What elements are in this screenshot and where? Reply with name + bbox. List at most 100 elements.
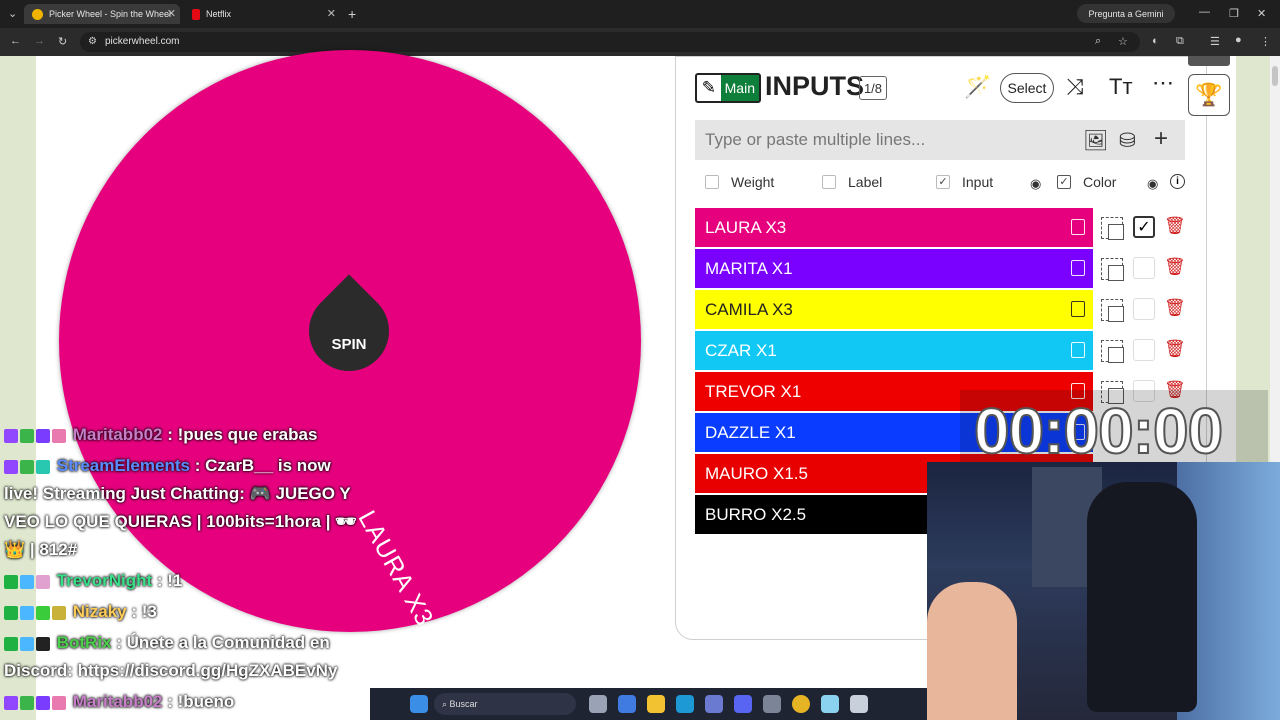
browser-menu-icon[interactable]: ⋮ <box>1260 35 1271 48</box>
entry-row-3[interactable]: CZAR X1 <box>695 331 1093 370</box>
zoom-icon[interactable]: ⌕ <box>1095 35 1101 48</box>
tab-title: Netflix <box>206 9 232 19</box>
app-icon[interactable] <box>618 695 636 713</box>
chat-text: : !1 <box>156 571 183 590</box>
color-checkbox[interactable]: ✓ <box>1057 175 1071 189</box>
chat-text: live! Streaming Just Chatting: 🎮 JUEGO Y <box>4 484 351 503</box>
spin-button-label[interactable]: SPIN <box>309 336 389 353</box>
delete-icon[interactable]: 🗑 <box>1164 216 1186 236</box>
tab-title: Picker Wheel - Spin the Wheel <box>49 9 172 19</box>
image-icon[interactable]: 🖼 <box>1083 128 1108 153</box>
hide-entry-icon[interactable] <box>1071 219 1085 235</box>
hide-entry-icon[interactable] <box>1071 260 1085 276</box>
hide-entry-icon[interactable] <box>1071 301 1085 317</box>
app-icon[interactable] <box>821 695 839 713</box>
reading-list-icon[interactable]: ☰ <box>1210 35 1220 48</box>
store-icon[interactable] <box>705 695 723 713</box>
shuffle-icon[interactable]: ⤨ <box>1066 74 1084 100</box>
chat-message: Maritabb02 : !pues que erabas <box>4 425 317 446</box>
select-checkbox[interactable] <box>1133 257 1155 279</box>
windows-start-icon[interactable] <box>410 695 428 713</box>
calculator-icon[interactable] <box>850 695 868 713</box>
main-list-badge[interactable]: ✎ Main <box>695 73 761 103</box>
color-option[interactable]: ✓ Color <box>1057 174 1116 190</box>
url-text: pickerwheel.com <box>105 36 180 47</box>
duplicate-icon[interactable] <box>1101 340 1124 363</box>
select-checkbox[interactable] <box>1133 298 1155 320</box>
entry-input[interactable] <box>705 120 1075 160</box>
close-tab-icon[interactable]: ✕ <box>167 7 176 20</box>
weight-option[interactable]: Weight <box>705 174 774 190</box>
select-checkbox[interactable]: ✓ <box>1133 216 1155 238</box>
add-entry-icon[interactable]: + <box>1154 125 1168 153</box>
discord-icon[interactable] <box>734 695 752 713</box>
windows-taskbar: ⌕ Buscar <box>370 688 930 720</box>
delete-icon[interactable]: 🗑 <box>1164 257 1186 277</box>
label-checkbox[interactable] <box>822 175 836 189</box>
task-view-icon[interactable] <box>589 695 607 713</box>
duplicate-icon[interactable] <box>1101 258 1124 281</box>
bucket-icon[interactable]: ⛁ <box>1119 128 1136 153</box>
timer-text: 00:00:00 <box>973 394 1224 468</box>
minimize-icon[interactable]: — <box>1199 6 1210 18</box>
edge-icon[interactable] <box>676 695 694 713</box>
new-tab-icon[interactable]: + <box>348 6 356 22</box>
chat-text: : CzarB__ is now <box>194 456 331 475</box>
profile-avatar-icon[interactable]: ● <box>1235 34 1242 46</box>
delete-icon[interactable]: 🗑 <box>1164 339 1186 359</box>
back-icon[interactable]: ← <box>10 35 21 47</box>
trophy-tab <box>1188 56 1230 66</box>
entry-label: MAURO X1.5 <box>705 463 808 483</box>
input-checkbox[interactable]: ✓ <box>936 175 950 189</box>
site-info-icon[interactable]: ⚙ <box>88 36 97 47</box>
webcam-gaming-chair <box>1087 482 1197 712</box>
chat-username: Maritabb02 <box>72 692 163 711</box>
taskbar-search[interactable]: ⌕ Buscar <box>434 693 576 715</box>
maximize-icon[interactable]: ❐ <box>1229 7 1239 20</box>
reload-icon[interactable]: ↻ <box>58 35 67 48</box>
close-tab-icon[interactable]: ✕ <box>327 7 336 20</box>
select-button[interactable]: Select <box>1000 73 1054 103</box>
input-option[interactable]: ✓ Input <box>936 174 993 190</box>
entry-row-1[interactable]: MARITA X1 <box>695 249 1093 288</box>
stream-timer-overlay: 00:00:00 <box>960 390 1268 470</box>
text-size-icon[interactable]: Tт <box>1109 74 1133 100</box>
address-bar: ← → ↻ ⚙ pickerwheel.com ⌕ ☆ ◐ ⧉ ☰ ● ⋮ <box>0 28 1280 56</box>
extension-icon[interactable]: ◐ <box>1152 35 1159 47</box>
chat-username: StreamElements <box>56 456 190 475</box>
browser-tab-strip: ⌄ Picker Wheel - Spin the Wheel ✕ Netfli… <box>0 0 1280 28</box>
entry-box: 🖼 ⛁ + <box>695 120 1185 160</box>
label-option[interactable]: Label <box>822 174 882 190</box>
delete-icon[interactable]: 🗑 <box>1164 298 1186 318</box>
duplicate-icon[interactable] <box>1101 217 1124 240</box>
input-visibility-eye-icon[interactable]: ◉ <box>1030 176 1041 192</box>
settings-icon[interactable] <box>763 695 781 713</box>
tab-search-icon[interactable]: ⌄ <box>8 7 17 20</box>
more-options-icon[interactable]: ⋯ <box>1152 70 1174 96</box>
hide-entry-icon[interactable] <box>1071 342 1085 358</box>
close-window-icon[interactable]: ✕ <box>1257 7 1266 20</box>
chrome-icon[interactable] <box>792 695 810 713</box>
entry-label: CAMILA X3 <box>705 299 793 319</box>
entry-row-0[interactable]: LAURA X3 <box>695 208 1093 247</box>
tab-netflix[interactable]: Netflix ✕ <box>184 4 340 24</box>
ai-magic-wand-icon[interactable]: 🪄 <box>964 74 991 100</box>
file-explorer-icon[interactable] <box>647 695 665 713</box>
duplicate-icon[interactable] <box>1101 299 1124 322</box>
weight-checkbox[interactable] <box>705 175 719 189</box>
gemini-button[interactable]: Pregunta a Gemini <box>1077 4 1175 23</box>
info-icon[interactable]: i <box>1170 174 1185 189</box>
scrollbar-thumb[interactable] <box>1272 66 1278 86</box>
bookmark-star-icon[interactable]: ☆ <box>1118 35 1128 48</box>
chat-message: Nizaky : !3 <box>4 602 157 623</box>
color-visibility-eye-icon[interactable]: ◉ <box>1147 176 1158 192</box>
extensions-puzzle-icon[interactable]: ⧉ <box>1176 35 1184 48</box>
taskbar-search-label: Buscar <box>449 699 478 709</box>
entry-row-2[interactable]: CAMILA X3 <box>695 290 1093 329</box>
select-checkbox[interactable] <box>1133 339 1155 361</box>
forward-icon[interactable]: → <box>34 35 45 47</box>
results-trophy-button[interactable]: 🏆 <box>1188 74 1230 116</box>
entry-label: CZAR X1 <box>705 340 777 360</box>
tab-pickerwheel[interactable]: Picker Wheel - Spin the Wheel ✕ <box>24 4 180 24</box>
omnibox[interactable]: ⚙ pickerwheel.com ⌕ ☆ <box>80 32 1140 52</box>
